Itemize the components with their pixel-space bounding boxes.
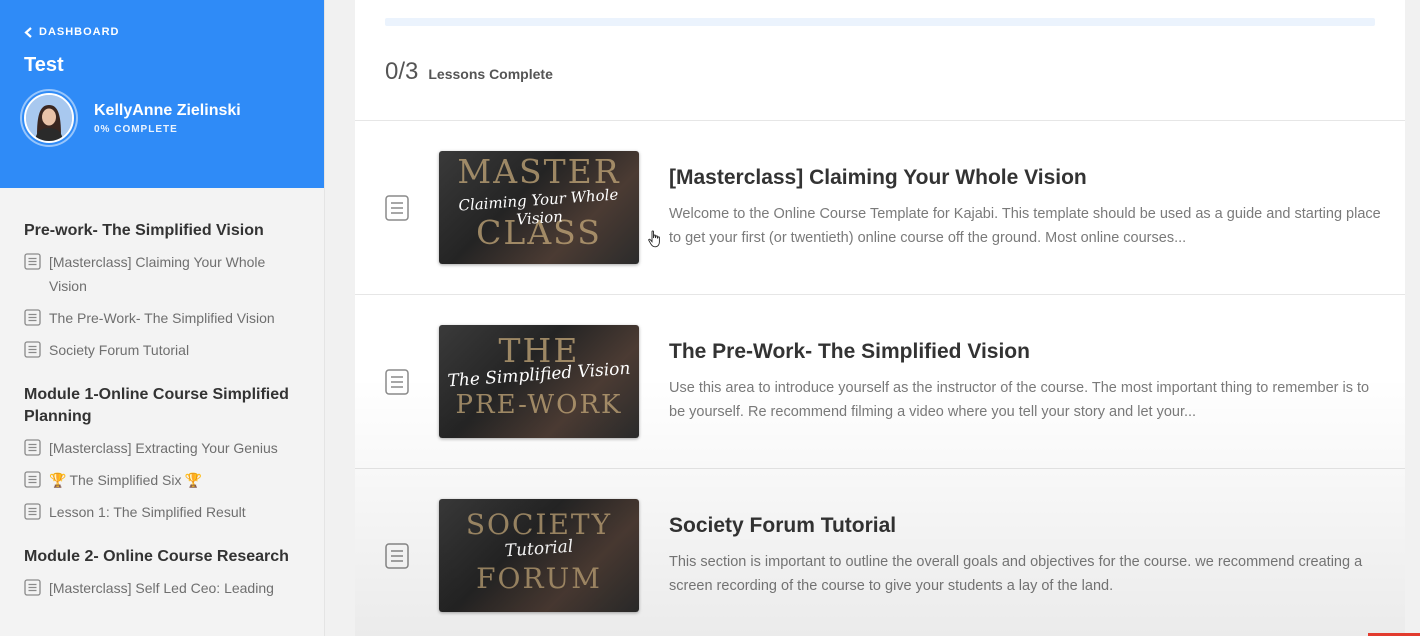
lesson-list-panel: 0/3 Lessons Complete MASTER CLASS Claimi… [355,0,1405,636]
lesson-row[interactable]: THE PRE-WORK The Simplified Vision The P… [355,294,1405,468]
sidebar-lesson-item[interactable]: Society Forum Tutorial [24,338,300,362]
lesson-description: This section is important to outline the… [669,554,1363,594]
sidebar-lesson-label: [Masterclass] Claiming Your Whole Vision [49,254,266,294]
sidebar-lesson-label: [Masterclass] Self Led Ceo: Leading [49,580,274,596]
module: Module 1-Online Course Simplified Planni… [24,384,300,524]
lesson-thumbnail[interactable]: MASTER CLASS Claiming Your Whole Vision [439,151,639,264]
document-icon [385,543,409,569]
course-progress-bar [385,18,1375,26]
document-icon [24,503,41,520]
lesson-title[interactable]: [Masterclass] Claiming Your Whole Vision [669,166,1385,190]
lesson-thumbnail[interactable]: SOCIETY FORUM Tutorial [439,499,639,612]
back-to-dashboard-link[interactable]: DASHBOARD [24,26,300,38]
document-icon [24,253,41,270]
sidebar-lesson-item[interactable]: [Masterclass] Extracting Your Genius [24,436,300,460]
lesson-title[interactable]: Society Forum Tutorial [669,514,1385,538]
avatar-portrait-icon [26,95,72,141]
sidebar-lesson-item[interactable]: [Masterclass] Self Led Ceo: Leading [24,576,300,600]
sidebar-lesson-label: The Simplified Six [69,472,182,488]
back-link-label: DASHBOARD [39,26,120,38]
sidebar-lesson-item[interactable]: Lesson 1: The Simplified Result [24,500,300,524]
trophy-icon: 🏆 [49,472,67,488]
hand-pointer-icon [648,230,660,248]
module: Module 2- Online Course Research [Master… [24,546,300,600]
sidebar-lesson-label: The Pre-Work- The Simplified Vision [49,310,275,326]
sidebar-module-list: Pre-work- The Simplified Vision [Masterc… [0,188,324,600]
chevron-left-icon [24,26,32,38]
lesson-description: Welcome to the Online Course Template fo… [669,206,1381,246]
thumbnail-text-top: MASTER [457,152,621,191]
document-icon [24,341,41,358]
course-sidebar: DASHBOARD Test KellyAnne Zielinski 0% CO… [0,0,325,636]
user-name: KellyAnne Zielinski [94,101,241,119]
lessons-complete-summary: 0/3 Lessons Complete [385,58,553,86]
lesson-description: Use this area to introduce yourself as t… [669,380,1370,420]
lesson-row[interactable]: SOCIETY FORUM Tutorial Society Forum Tut… [355,468,1405,636]
sidebar-lesson-label: Lesson 1: The Simplified Result [49,504,246,520]
module-title: Module 2- Online Course Research [24,548,289,565]
course-title: Test [24,54,64,76]
document-icon [385,195,409,221]
trophy-icon: 🏆 [184,472,202,488]
user-progress: 0% COMPLETE [94,123,178,135]
lessons-complete-label: Lessons Complete [428,66,553,82]
avatar [24,93,74,143]
sidebar-lesson-item[interactable]: The Pre-Work- The Simplified Vision [24,306,300,330]
sidebar-lesson-label: [Masterclass] Extracting Your Genius [49,440,278,456]
document-icon [24,579,41,596]
thumbnail-text-bottom: FORUM [476,562,602,595]
module-title: Module 1-Online Course Simplified Planni… [24,386,289,425]
document-icon [24,309,41,326]
lessons-complete-count: 0/3 [385,58,419,85]
sidebar-header: DASHBOARD Test KellyAnne Zielinski 0% CO… [0,0,324,188]
document-icon [24,471,41,488]
lesson-thumbnail[interactable]: THE PRE-WORK The Simplified Vision [439,325,639,438]
document-icon [385,369,409,395]
sidebar-lesson-item[interactable]: [Masterclass] Claiming Your Whole Vision [24,250,300,298]
lesson-row[interactable]: MASTER CLASS Claiming Your Whole Vision … [355,120,1405,294]
thumbnail-text-bottom: PRE-WORK [455,390,623,420]
user-profile: KellyAnne Zielinski 0% COMPLETE [24,93,300,143]
sidebar-lesson-label: Society Forum Tutorial [49,342,190,358]
lesson-title[interactable]: The Pre-Work- The Simplified Vision [669,340,1385,364]
module: Pre-work- The Simplified Vision [Masterc… [24,220,300,362]
sidebar-lesson-item[interactable]: 🏆 The Simplified Six 🏆 [24,468,300,492]
document-icon [24,439,41,456]
module-title: Pre-work- The Simplified Vision [24,222,264,239]
